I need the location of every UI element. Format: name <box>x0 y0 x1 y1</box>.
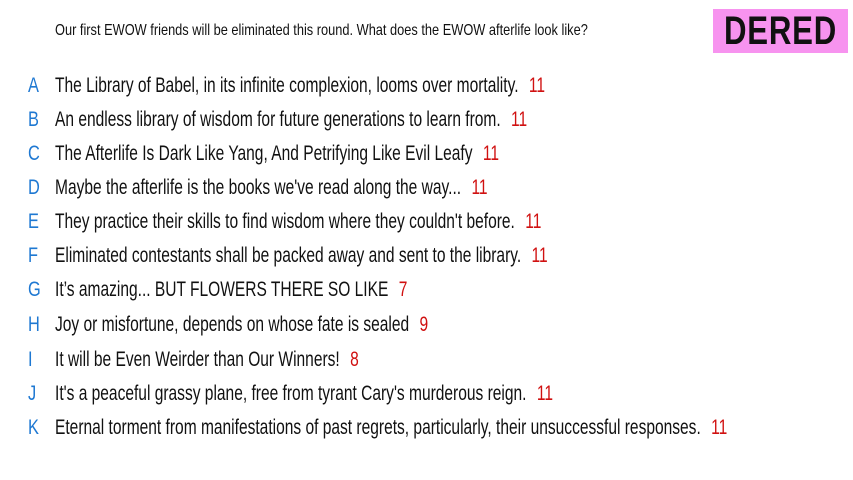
response-score: 11 <box>711 416 728 439</box>
response-letter: J <box>28 382 37 405</box>
response-letter: K <box>28 416 39 439</box>
response-score: 8 <box>350 348 359 371</box>
response-line: They practice their skills to find wisdo… <box>55 210 541 234</box>
response-row: J It's a peaceful grassy plane, free fro… <box>0 382 853 412</box>
response-line: It's a peaceful grassy plane, free from … <box>55 382 553 406</box>
response-row: K Eternal torment from manifestations of… <box>0 416 853 446</box>
response-score: 11 <box>511 108 528 131</box>
response-letter: B <box>28 108 39 131</box>
response-line: It will be Even Weirder than Our Winners… <box>55 348 359 372</box>
response-score: 7 <box>398 278 408 301</box>
response-row: C The Afterlife Is Dark Like Yang, And P… <box>0 142 853 172</box>
response-row: H Joy or misfortune, depends on whose fa… <box>0 313 853 343</box>
response-row: E They practice their skills to find wis… <box>0 210 853 240</box>
response-row: I It will be Even Weirder than Our Winne… <box>0 348 853 378</box>
response-letter: H <box>28 313 40 336</box>
response-letter: D <box>28 176 40 199</box>
response-line: Maybe the afterlife is the books we've r… <box>55 176 488 200</box>
response-score: 9 <box>419 313 429 336</box>
response-text: Eliminated contestants shall be packed a… <box>55 244 522 267</box>
response-letter: E <box>28 210 39 233</box>
response-letter: I <box>28 348 33 371</box>
response-line: Eternal torment from manifestations of p… <box>55 416 727 440</box>
prompt-question: Our first EWOW friends will be eliminate… <box>55 22 588 39</box>
response-text: The Library of Babel, in its infinite co… <box>55 74 519 97</box>
response-text: It will be Even Weirder than Our Winners… <box>55 348 340 371</box>
response-row: F Eliminated contestants shall be packed… <box>0 244 853 274</box>
response-score: 11 <box>536 382 553 405</box>
badge-label: DERED <box>723 8 838 53</box>
response-letter: F <box>28 244 39 267</box>
response-text: An endless library of wisdom for future … <box>55 108 501 131</box>
response-row: A The Library of Babel, in its infinite … <box>0 74 853 104</box>
response-score: 11 <box>531 244 548 267</box>
response-line: Eliminated contestants shall be packed a… <box>55 244 548 268</box>
response-score: 11 <box>482 142 499 165</box>
response-text: Joy or misfortune, depends on whose fate… <box>55 313 410 336</box>
response-text: It’s amazing... BUT FLOWERS THERE SO LIK… <box>55 278 389 301</box>
response-row: G It’s amazing... BUT FLOWERS THERE SO L… <box>0 278 853 308</box>
response-letter: C <box>28 142 40 165</box>
response-score: 11 <box>525 210 542 233</box>
response-letter: G <box>28 278 41 301</box>
response-letter: A <box>28 74 39 97</box>
response-text: The Afterlife Is Dark Like Yang, And Pet… <box>55 142 473 165</box>
response-score: 11 <box>528 74 546 97</box>
response-line: Joy or misfortune, depends on whose fate… <box>55 313 428 337</box>
response-line: An endless library of wisdom for future … <box>55 108 527 132</box>
response-line: It’s amazing... BUT FLOWERS THERE SO LIK… <box>55 278 407 302</box>
status-badge: DERED <box>713 9 848 53</box>
response-row: B An endless library of wisdom for futur… <box>0 108 853 138</box>
response-score: 11 <box>471 176 488 199</box>
response-row: D Maybe the afterlife is the books we've… <box>0 176 853 206</box>
response-text: Eternal torment from manifestations of p… <box>55 416 701 439</box>
response-line: The Library of Babel, in its infinite co… <box>55 74 545 98</box>
response-line: The Afterlife Is Dark Like Yang, And Pet… <box>55 142 499 166</box>
response-text: Maybe the afterlife is the books we've r… <box>55 176 462 199</box>
response-text: It's a peaceful grassy plane, free from … <box>55 382 527 405</box>
response-text: They practice their skills to find wisdo… <box>55 210 515 233</box>
